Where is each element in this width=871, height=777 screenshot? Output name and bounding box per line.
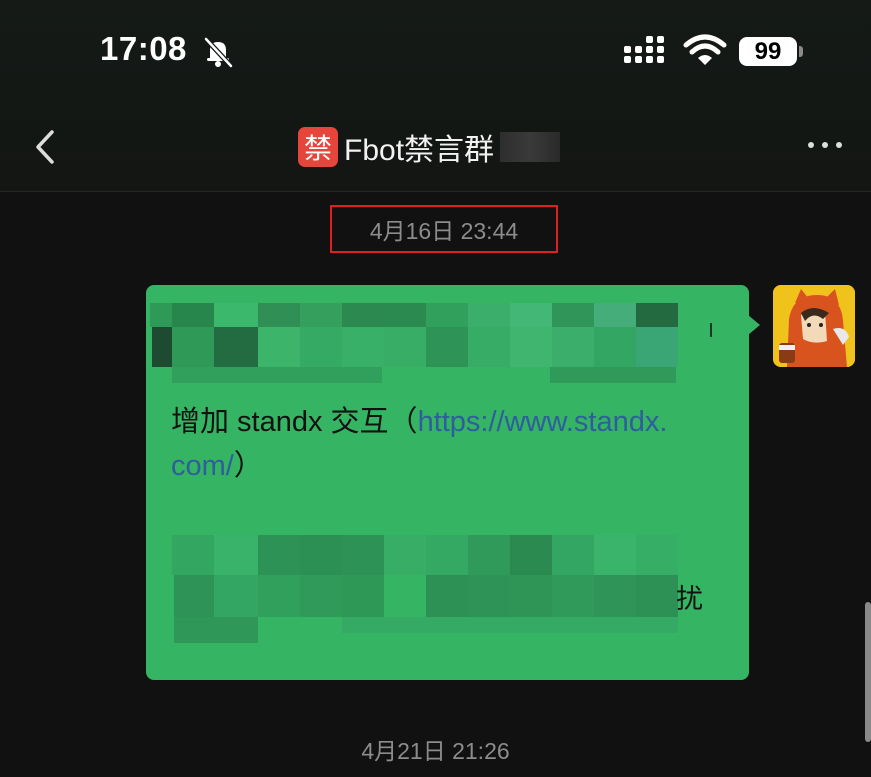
scrollbar[interactable] — [865, 602, 871, 742]
bubble-tail — [748, 315, 760, 335]
avatar-illustration-icon — [773, 285, 855, 367]
message-text-fragment: 扰 — [676, 584, 703, 614]
wifi-icon — [683, 34, 727, 65]
cellular-signal-icon — [624, 36, 664, 63]
battery-tip — [799, 46, 803, 57]
chat-title: 禁 Fbot禁言群 — [298, 124, 561, 170]
message-bubble[interactable]: 增加 standx 交互（https://www.standx. com/） 扰 — [146, 285, 749, 680]
chat-title-text: Fbot禁言群 — [344, 134, 495, 167]
more-options-icon[interactable] — [805, 138, 845, 152]
status-time: 17:08 — [100, 30, 187, 67]
standx-link[interactable]: https://www.standx. — [418, 406, 668, 438]
back-chevron-icon[interactable] — [32, 126, 60, 168]
battery-indicator: 99 — [739, 37, 797, 66]
message-text-line: com/） — [171, 450, 263, 482]
ban-badge: 禁 — [298, 127, 338, 167]
message-text-line: 增加 standx 交互（https://www.standx. — [171, 406, 668, 438]
standx-link-continued[interactable]: com/ — [171, 450, 234, 482]
avatar[interactable] — [773, 285, 855, 367]
message-timestamp: 4月21日 21:26 — [361, 738, 510, 764]
bell-slash-icon — [204, 37, 233, 68]
message-timestamp: 4月16日 23:44 — [330, 205, 558, 253]
redacted-title-suffix — [500, 132, 561, 162]
